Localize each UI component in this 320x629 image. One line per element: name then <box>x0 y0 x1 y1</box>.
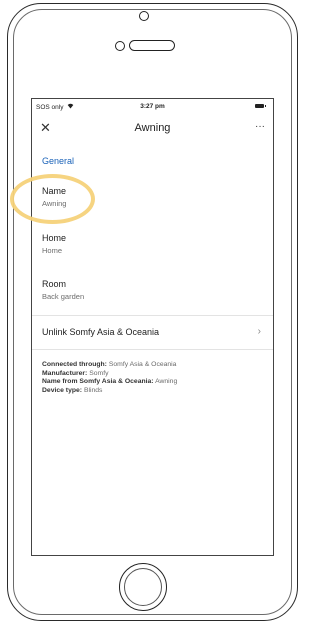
speaker-grille-icon <box>129 40 175 51</box>
highlight-circle <box>10 174 95 224</box>
app-bar: ✕ Awning ··· <box>32 115 273 141</box>
page-title: Awning <box>134 122 171 134</box>
home-setting[interactable]: Home Home <box>42 233 66 255</box>
home-value: Home <box>42 246 63 255</box>
name-from-line: Name from Somfy Asia & Oceania: Awning <box>42 378 177 387</box>
home-label: Home <box>42 233 67 243</box>
connected-through-value: Somfy Asia & Oceania <box>108 361 177 368</box>
room-setting[interactable]: Room Back garden <box>42 279 84 301</box>
device-type-value: Blinds <box>83 386 103 394</box>
section-title-general: General <box>42 156 75 166</box>
room-label: Room <box>42 279 67 289</box>
device-info: Connected through: Somfy Asia & Oceania … <box>42 361 177 395</box>
more-options-button[interactable]: ··· <box>255 121 265 132</box>
status-time: 3:27 pm <box>140 103 165 110</box>
chevron-right-icon: › <box>257 326 261 337</box>
home-button-ring <box>124 568 162 606</box>
unlink-button[interactable]: Unlink Somfy Asia & Oceania › <box>32 315 273 349</box>
name-from-label: Name from Somfy Asia & Oceania: <box>42 378 154 385</box>
battery-icon <box>255 104 266 108</box>
connected-through-label: Connected through: <box>42 361 107 368</box>
home-button[interactable] <box>119 563 167 611</box>
unlink-label: Unlink Somfy Asia & Oceania <box>42 327 160 337</box>
room-value: Back garden <box>42 292 85 301</box>
device-type-line: Device type: Blinds <box>42 387 177 396</box>
name-from-value: Awning <box>155 378 178 385</box>
manufacturer-line: Manufacturer: Somfy <box>42 370 177 379</box>
manufacturer-value: Somfy <box>89 369 109 377</box>
manufacturer-label: Manufacturer: <box>42 369 88 377</box>
device-type-label: Device type: <box>42 386 83 394</box>
proximity-sensor-icon <box>115 41 125 51</box>
divider <box>32 349 273 350</box>
status-bar: SOS only 3:27 pm <box>32 99 273 113</box>
connected-through-line: Connected through: Somfy Asia & Oceania <box>42 361 177 370</box>
camera-icon <box>139 11 149 21</box>
phone-screen: SOS only 3:27 pm ✕ Awning ··· General Na… <box>31 98 274 556</box>
